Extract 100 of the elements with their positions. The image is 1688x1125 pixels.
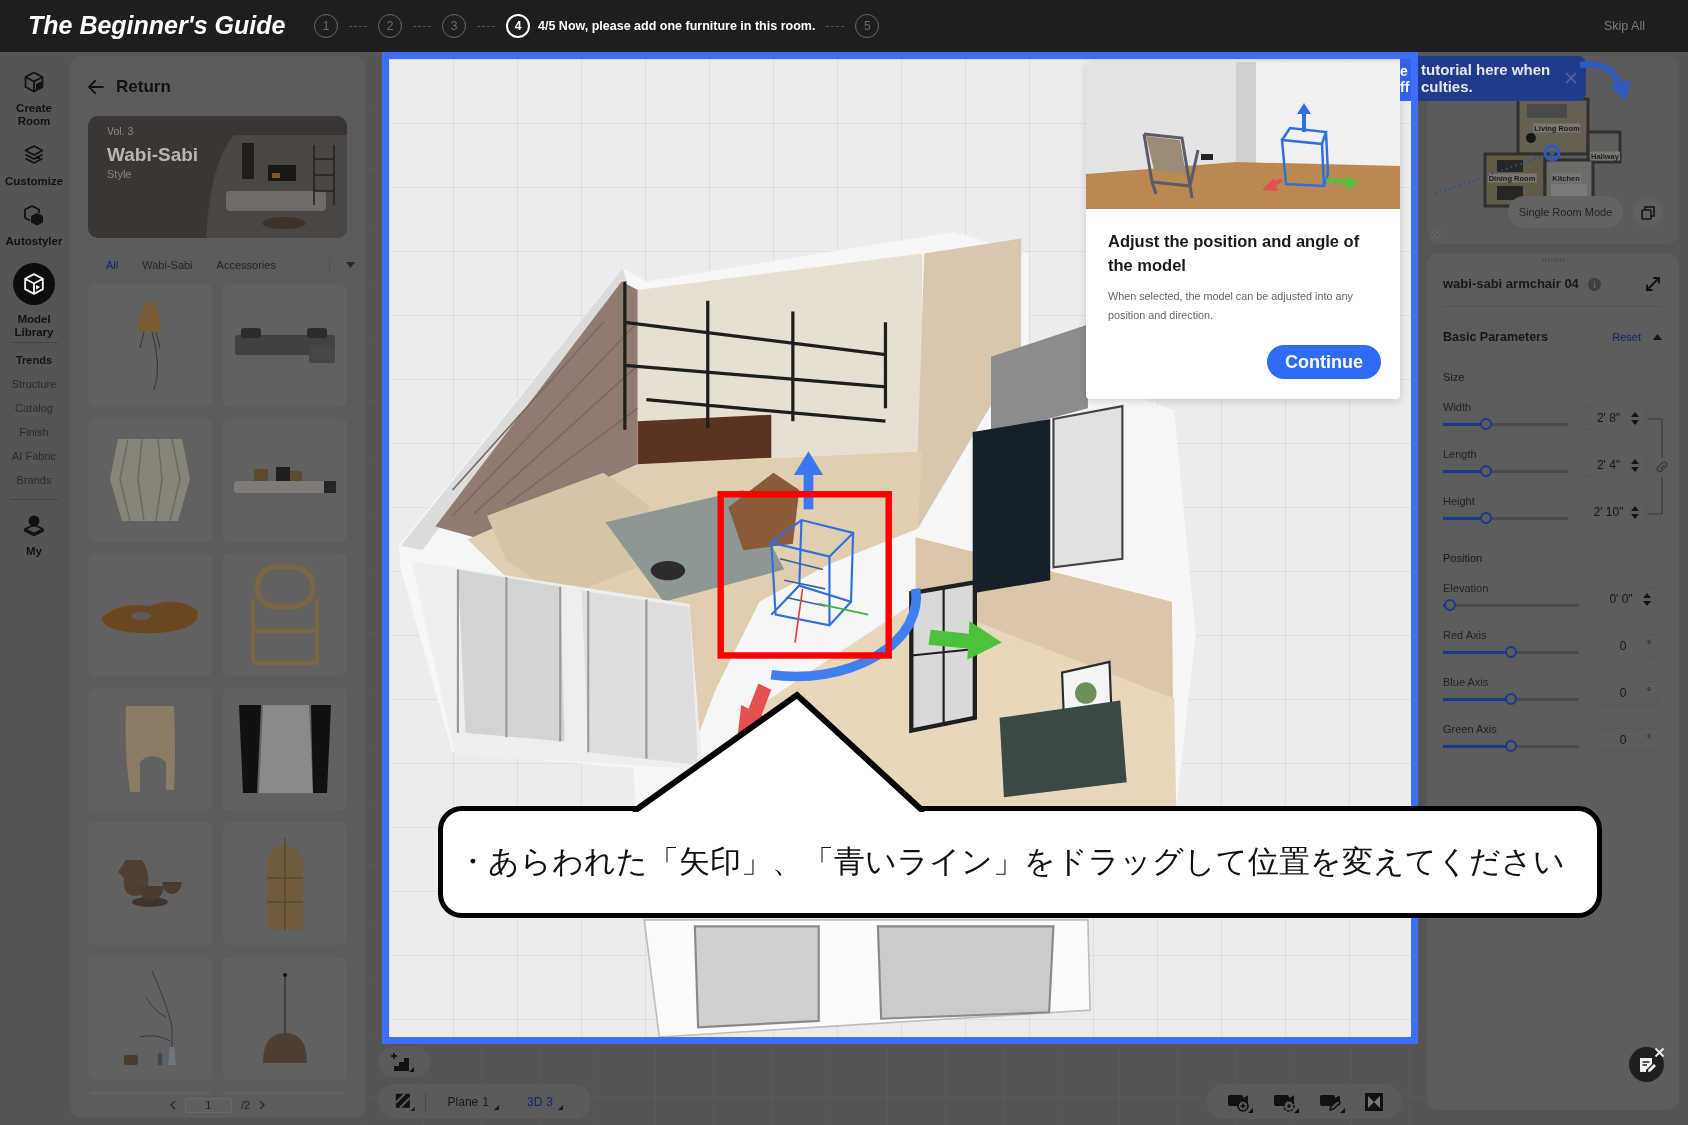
cube-icon (22, 70, 46, 94)
up-arrow-handle[interactable] (793, 451, 823, 510)
sidebar-item[interactable]: My (1, 513, 67, 558)
slider-thumb[interactable] (1505, 646, 1517, 658)
stepper-arrows-icon[interactable] (1643, 591, 1651, 607)
box-icon (13, 263, 55, 305)
corner-caret-icon (558, 1105, 563, 1110)
chevron-left-icon[interactable] (169, 1100, 176, 1110)
banner-title: Wabi-Sabi (107, 143, 200, 167)
product-tile[interactable] (88, 687, 212, 811)
note-pencil-icon (1637, 1055, 1656, 1074)
copy-icon (1641, 206, 1655, 220)
view-tab[interactable]: Plane (447, 1092, 479, 1111)
param-label: Blue Axis (1443, 675, 1490, 689)
filter-tab[interactable]: All (106, 256, 119, 274)
skip-all-link[interactable]: Skip All (1604, 16, 1645, 36)
stepper-arrows-icon[interactable] (1631, 457, 1639, 473)
sidebar-item[interactable]: Model Library (1, 263, 67, 339)
pottery-drawing (118, 860, 182, 907)
value-input[interactable]: 2' 8" (1581, 406, 1647, 430)
hourglass-square-icon[interactable] (1365, 1092, 1383, 1111)
stairs-tool-button[interactable] (378, 1047, 431, 1077)
model-name: wabi-sabi armchair 04 (1443, 275, 1579, 294)
product-tile[interactable] (223, 284, 347, 407)
single-room-mode-button[interactable]: Single Room Mode (1508, 196, 1623, 228)
sidebar-link[interactable]: Trends (15, 348, 53, 372)
product-tile[interactable] (223, 822, 347, 945)
link-icon[interactable] (1656, 461, 1668, 473)
cubes-icon (22, 203, 46, 227)
banner-volume: Vol. 3 (107, 124, 135, 138)
param-label: Width (1443, 400, 1473, 414)
step-number: 4 (506, 14, 530, 38)
value-input[interactable]: 0 ° (1594, 634, 1659, 658)
slider-thumb[interactable] (1505, 693, 1517, 705)
param-label: Height (1443, 494, 1476, 508)
return-button[interactable]: Return (88, 76, 171, 98)
stepper-arrows-icon[interactable] (1631, 410, 1639, 426)
continue-button[interactable]: Continue (1267, 345, 1381, 379)
value-input[interactable]: 0 ° (1594, 681, 1659, 705)
slider-thumb[interactable] (1505, 740, 1517, 752)
popout-button[interactable] (1633, 198, 1663, 228)
guide-title: The Beginner's Guide (28, 10, 287, 42)
value-input[interactable]: 2' 10" (1581, 500, 1647, 524)
slider-thumb[interactable] (1479, 512, 1492, 524)
sidebar-item[interactable]: Customize (1, 143, 67, 188)
user-box-icon (22, 513, 46, 537)
expand-icon[interactable] (1645, 276, 1661, 292)
camera-marker-icon[interactable] (1543, 144, 1561, 162)
caret-up-icon[interactable] (1653, 334, 1662, 340)
value-input[interactable]: 2' 4" (1581, 453, 1647, 477)
reset-link[interactable]: Reset (1612, 328, 1641, 346)
product-tile[interactable] (223, 418, 347, 542)
curved-arrow (1578, 58, 1634, 102)
view-count: 3 (546, 1093, 553, 1111)
arrow-left-icon (88, 80, 104, 94)
product-tile[interactable] (223, 687, 347, 811)
param-label: Green Axis (1443, 722, 1498, 736)
tooltip-text-fragment: e (1400, 63, 1409, 79)
coffee-table (650, 560, 686, 581)
view-count: 1 (482, 1093, 489, 1111)
right-arrow-handle[interactable] (928, 621, 1002, 660)
stepper-arrows-icon[interactable] (1631, 504, 1639, 520)
stairs-icon (390, 1052, 414, 1072)
tooltip-text: tutorial here when (1421, 61, 1552, 78)
product-tile[interactable] (88, 553, 212, 676)
sidebar-item[interactable]: Autostyler (1, 203, 67, 248)
slider-thumb[interactable] (1479, 465, 1492, 477)
section-title: Basic Parameters (1443, 328, 1548, 346)
sidebar-item[interactable]: Create Room (1, 70, 67, 128)
corner-caret-icon (493, 1105, 499, 1110)
chevron-right-icon[interactable] (259, 1100, 266, 1110)
product-tile[interactable] (88, 418, 212, 542)
tutorial-text: When selected, the model can be adjusted into any position and direction. (1108, 289, 1354, 323)
stacked-layers-icon (22, 143, 46, 167)
step-text: 4/5 Now, please add one furniture in this room. (538, 17, 816, 35)
product-tile[interactable] (223, 956, 347, 1080)
group-heading: Position (1443, 551, 1484, 565)
slider-thumb[interactable] (1444, 599, 1456, 611)
param-label: Red Axis (1443, 628, 1488, 642)
product-tile[interactable] (88, 956, 212, 1080)
page-input[interactable]: 1 (184, 1097, 232, 1113)
param-label: Elevation (1443, 581, 1490, 595)
rotation-ring-handle[interactable] (770, 588, 921, 682)
product-tile[interactable] (223, 553, 347, 676)
slider-thumb[interactable] (1479, 418, 1492, 430)
product-tile[interactable] (88, 284, 212, 407)
tooltip-text: culties. (1421, 78, 1474, 95)
view-tab[interactable]: 3D (526, 1092, 543, 1111)
banner-subtitle: Style (107, 167, 133, 181)
product-tile[interactable] (88, 822, 212, 945)
info-icon[interactable] (1587, 277, 1601, 291)
caret-down-icon[interactable] (346, 262, 355, 268)
hatched-square-icon[interactable] (395, 1090, 415, 1113)
style-banner[interactable]: Vol. 3 Wabi-Sabi Style (88, 116, 347, 238)
param-label: Length (1443, 447, 1478, 461)
group-heading: Size (1443, 370, 1466, 384)
value-input[interactable]: 0' 0" (1594, 587, 1659, 611)
tutorial-title: Adjust the position and angle of the model (1108, 231, 1361, 276)
tooltip-text-fragment: ff (1400, 79, 1411, 95)
value-input[interactable]: 0 ° (1594, 728, 1659, 752)
